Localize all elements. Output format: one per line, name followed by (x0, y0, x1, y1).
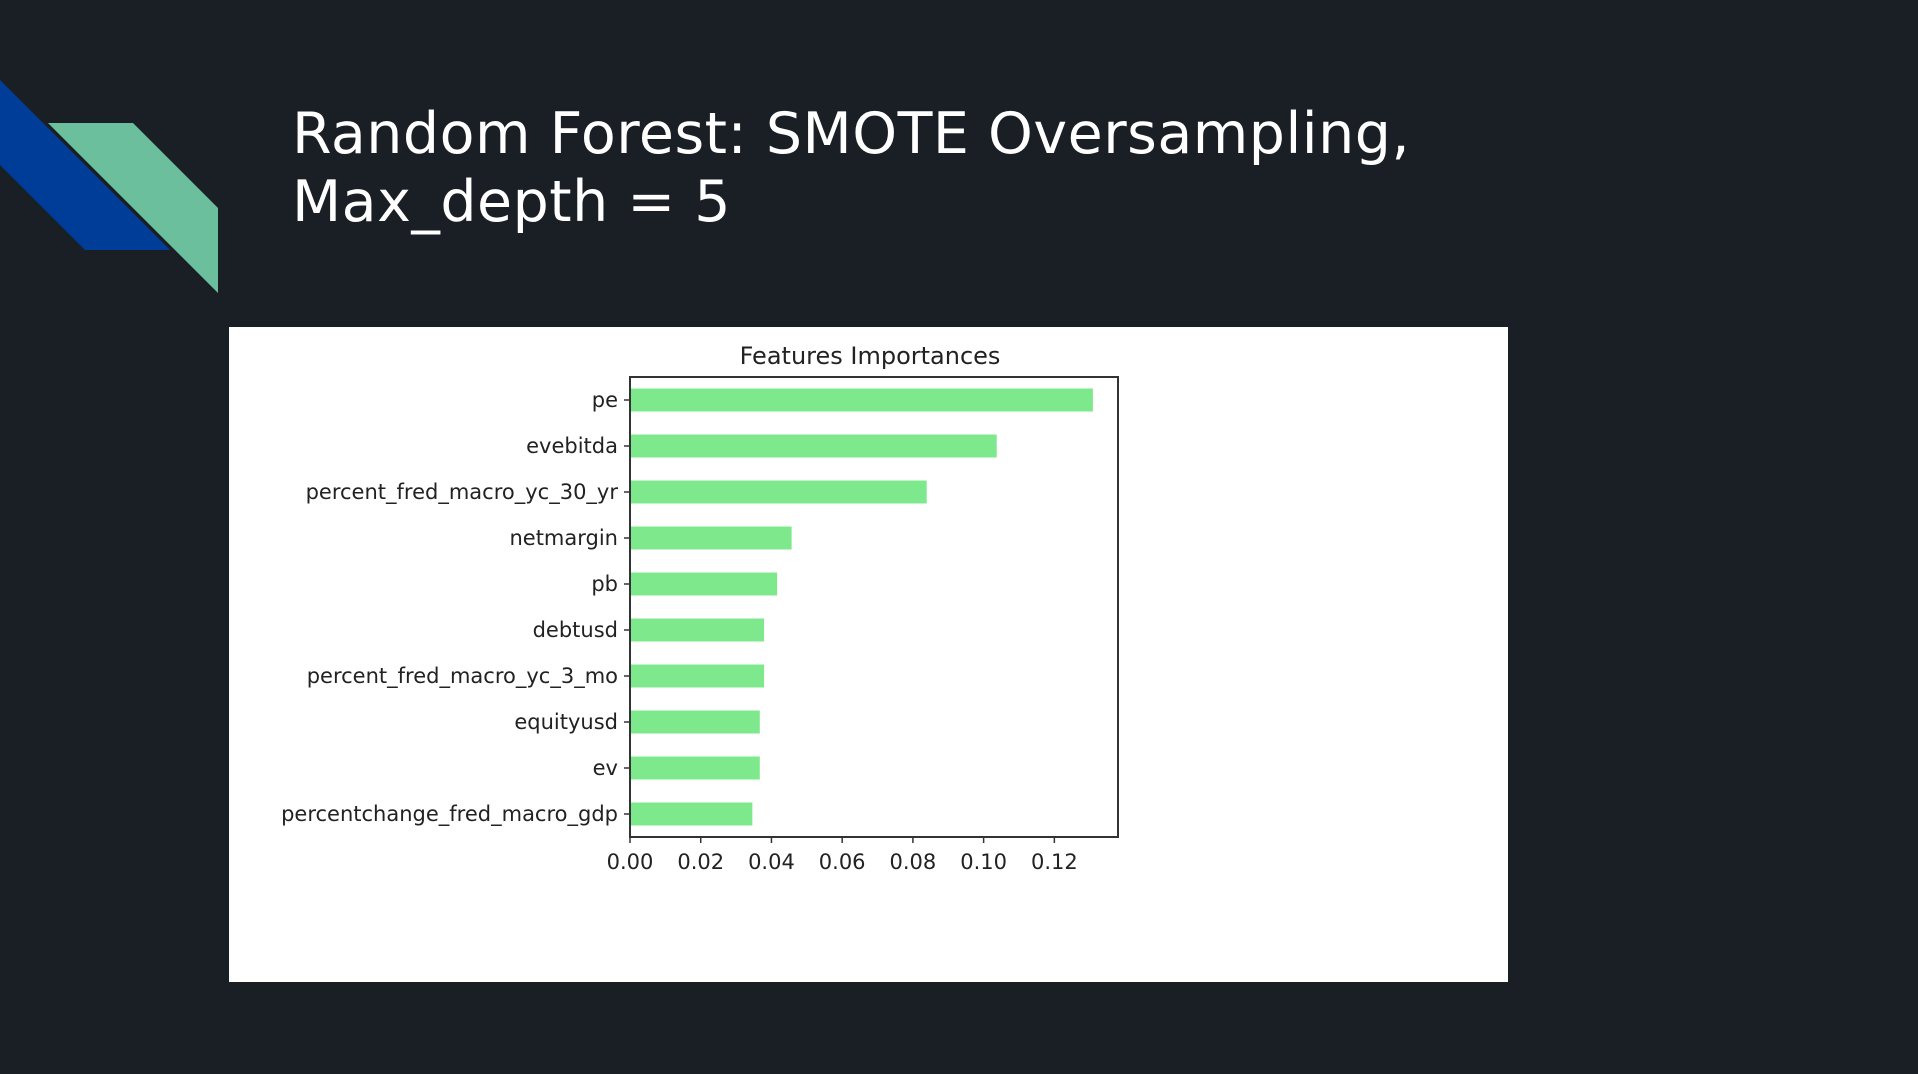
y-tick-label: percentchange_fred_macro_gdp (281, 802, 618, 827)
y-tick-label: debtusd (533, 618, 618, 642)
chart-panel: Features Importances pe evebitda percent_f… (229, 327, 1508, 982)
slide-title-line-1: Random Forest: SMOTE Oversampling, (292, 101, 1411, 167)
x-tick-label: 0.04 (748, 850, 795, 874)
feature-importance-chart: Features Importances pe evebitda percent_f… (281, 342, 1119, 874)
x-tick-label: 0.08 (890, 850, 937, 874)
bar-percent_fred_macro_yc_30_yr (630, 480, 927, 504)
bar-evebitda (630, 434, 997, 458)
y-tick-label: percent_fred_macro_yc_30_yr (306, 480, 619, 505)
slide-title: Random Forest: SMOTE Oversampling, Max_d… (292, 100, 1410, 236)
bar-equityusd (630, 710, 760, 734)
y-tick-label: equityusd (514, 710, 618, 734)
bar-percent_fred_macro_yc_3_mo (630, 664, 765, 688)
y-tick-label: ev (593, 756, 618, 780)
bar-netmargin (630, 526, 792, 550)
bar-debtusd (630, 618, 765, 642)
x-tick-label: 0.00 (607, 850, 654, 874)
slide-title-line-2: Max_depth = 5 (292, 169, 732, 235)
bar-pb (630, 572, 778, 596)
bar-ev (630, 756, 760, 780)
x-tick-label: 0.12 (1031, 850, 1078, 874)
bar-percentchange_fred_macro_gdp (630, 802, 753, 826)
y-tick-label: evebitda (526, 434, 618, 458)
decorative-accent-shapes (0, 80, 218, 293)
y-tick-label: pb (591, 572, 618, 596)
y-tick-label: percent_fred_macro_yc_3_mo (307, 664, 618, 689)
bar-pe (630, 388, 1093, 412)
x-tick-label: 0.06 (819, 850, 866, 874)
y-tick-label: pe (592, 388, 618, 412)
chart-title: Features Importances (740, 342, 1001, 370)
y-tick-label: netmargin (509, 526, 618, 550)
x-tick-label: 0.02 (677, 850, 724, 874)
x-tick-label: 0.10 (960, 850, 1007, 874)
